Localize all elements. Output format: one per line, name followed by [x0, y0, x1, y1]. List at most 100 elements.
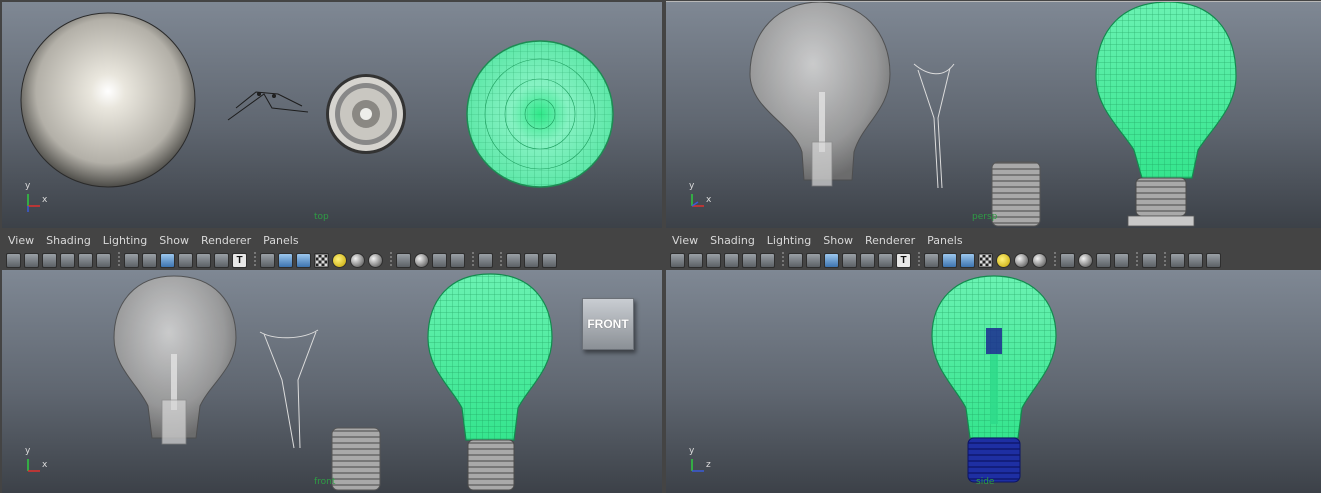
panel-toolbar: T: [2, 250, 662, 270]
menu-view[interactable]: View: [8, 234, 34, 247]
2d-pan-zoom-icon[interactable]: [78, 252, 93, 268]
filament-wire-top: [227, 91, 309, 121]
textured-icon[interactable]: [978, 252, 993, 268]
image-plane-icon[interactable]: [724, 252, 739, 268]
2d-pan-zoom-icon[interactable]: [742, 252, 757, 268]
panel-toolbar: T: [666, 250, 1321, 270]
shadows-icon[interactable]: [350, 252, 365, 268]
safe-title-icon[interactable]: T: [896, 252, 911, 268]
motion-blur-icon[interactable]: [1060, 252, 1075, 268]
screen-space-ao-icon[interactable]: [368, 252, 383, 268]
menu-lighting[interactable]: Lighting: [767, 234, 811, 247]
xray-icon[interactable]: [450, 252, 465, 268]
backface-culling-icon[interactable]: [542, 252, 557, 268]
toolbar-separator: [1136, 252, 1138, 268]
panel-menu-bar: View Shading Lighting Show Renderer Pane…: [2, 230, 662, 250]
axis-indicator: y x: [22, 181, 50, 214]
filament-wire-persp: [913, 63, 955, 189]
menu-shading[interactable]: Shading: [710, 234, 755, 247]
xray-icon[interactable]: [1114, 252, 1129, 268]
backface-culling-icon[interactable]: [1206, 252, 1221, 268]
resolution-gate-icon[interactable]: [824, 252, 839, 268]
grease-pencil-icon[interactable]: [760, 252, 775, 268]
menu-show[interactable]: Show: [159, 234, 189, 247]
menu-panels[interactable]: Panels: [263, 234, 298, 247]
select-camera-icon[interactable]: [670, 252, 685, 268]
film-gate-icon[interactable]: [142, 252, 157, 268]
resolution-gate-icon[interactable]: [160, 252, 175, 268]
xray-active-icon[interactable]: [524, 252, 539, 268]
viewport-front-canvas[interactable]: FRONT y x front: [2, 270, 662, 493]
screw-base-persp: [991, 161, 1041, 227]
smooth-shade-icon[interactable]: [278, 252, 293, 268]
field-chart-icon[interactable]: [196, 252, 211, 268]
wireframe-on-shaded-icon[interactable]: [960, 252, 975, 268]
filament-wire-front: [259, 329, 319, 449]
menu-renderer[interactable]: Renderer: [201, 234, 251, 247]
menu-renderer[interactable]: Renderer: [865, 234, 915, 247]
image-plane-icon[interactable]: [60, 252, 75, 268]
grease-pencil-icon[interactable]: [96, 252, 111, 268]
toolbar-separator: [1054, 252, 1056, 268]
axis-indicator: y z: [686, 446, 714, 479]
isolate-select-icon[interactable]: [478, 252, 493, 268]
menu-panels[interactable]: Panels: [927, 234, 962, 247]
menu-shading[interactable]: Shading: [46, 234, 91, 247]
camera-label-persp: persp: [972, 212, 998, 222]
depth-of-field-icon[interactable]: [1096, 252, 1111, 268]
grid-icon[interactable]: [124, 252, 139, 268]
camera-attributes-icon[interactable]: [688, 252, 703, 268]
screen-space-ao-icon[interactable]: [1032, 252, 1047, 268]
shadows-icon[interactable]: [1014, 252, 1029, 268]
bookmarks-icon[interactable]: [42, 252, 57, 268]
anti-aliasing-icon[interactable]: [1078, 252, 1093, 268]
menu-show[interactable]: Show: [823, 234, 853, 247]
menu-view[interactable]: View: [672, 234, 698, 247]
xray-joints-icon[interactable]: [506, 252, 521, 268]
field-chart-icon[interactable]: [860, 252, 875, 268]
film-gate-icon[interactable]: [806, 252, 821, 268]
axis-z-label: z: [706, 460, 711, 470]
safe-action-icon[interactable]: [214, 252, 229, 268]
anti-aliasing-icon[interactable]: [414, 252, 429, 268]
axis-indicator: y x: [686, 181, 714, 214]
wireframe-icon[interactable]: [924, 252, 939, 268]
toolbar-separator: [472, 252, 474, 268]
viewport-persp[interactable]: y x persp: [666, 0, 1321, 228]
toolbar-separator: [1164, 252, 1166, 268]
viewport-top[interactable]: y x top: [2, 0, 662, 228]
viewport-side[interactable]: View Shading Lighting Show Renderer Pane…: [666, 230, 1321, 493]
wire-bulb-persp: [1095, 2, 1237, 227]
use-all-lights-icon[interactable]: [996, 252, 1011, 268]
safe-title-icon[interactable]: T: [232, 252, 247, 268]
use-all-lights-icon[interactable]: [332, 252, 347, 268]
viewport-top-canvas[interactable]: y x top: [2, 2, 662, 228]
wire-bulb-side: [931, 275, 1057, 483]
wire-bulb-front: [427, 273, 553, 491]
viewport-persp-canvas[interactable]: y x persp: [666, 1, 1321, 228]
camera-label-side: side: [976, 477, 995, 487]
view-cube[interactable]: FRONT: [582, 298, 634, 350]
smooth-shade-icon[interactable]: [942, 252, 957, 268]
bookmarks-icon[interactable]: [706, 252, 721, 268]
grid-icon[interactable]: [788, 252, 803, 268]
wireframe-on-shaded-icon[interactable]: [296, 252, 311, 268]
viewport-front[interactable]: View Shading Lighting Show Renderer Pane…: [2, 230, 662, 493]
motion-blur-icon[interactable]: [396, 252, 411, 268]
camera-label-top: top: [314, 212, 329, 222]
wire-bulb-top: [466, 40, 614, 188]
viewport-top-scene: [20, 12, 614, 188]
depth-of-field-icon[interactable]: [432, 252, 447, 268]
camera-attributes-icon[interactable]: [24, 252, 39, 268]
select-camera-icon[interactable]: [6, 252, 21, 268]
wireframe-icon[interactable]: [260, 252, 275, 268]
viewport-side-canvas[interactable]: y z side: [666, 270, 1321, 493]
menu-lighting[interactable]: Lighting: [103, 234, 147, 247]
gate-mask-icon[interactable]: [178, 252, 193, 268]
isolate-select-icon[interactable]: [1142, 252, 1157, 268]
textured-icon[interactable]: [314, 252, 329, 268]
xray-joints-icon[interactable]: [1170, 252, 1185, 268]
safe-action-icon[interactable]: [878, 252, 893, 268]
xray-active-icon[interactable]: [1188, 252, 1203, 268]
gate-mask-icon[interactable]: [842, 252, 857, 268]
